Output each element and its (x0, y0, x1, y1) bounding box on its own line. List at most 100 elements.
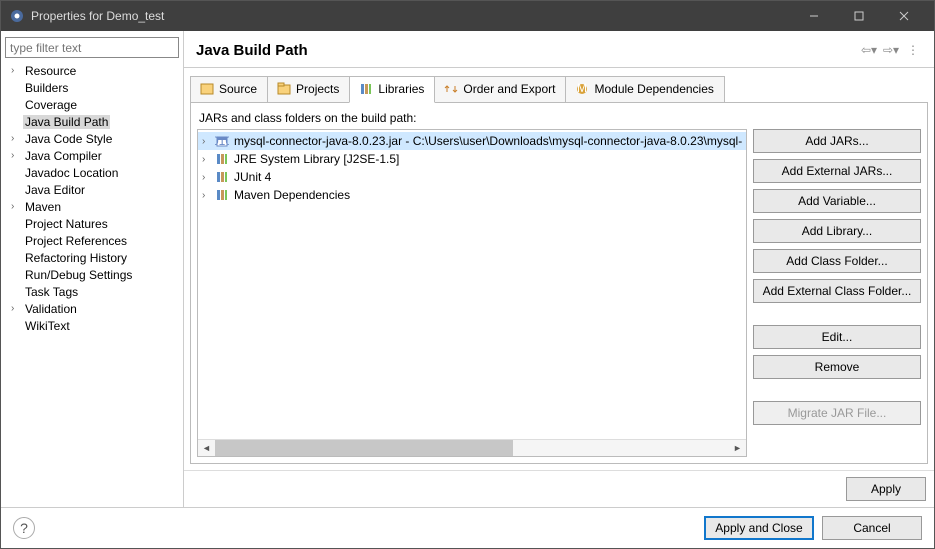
sidebar-item-project-natures[interactable]: Project Natures (5, 215, 179, 232)
scroll-left-icon[interactable]: ◄ (198, 440, 215, 457)
library-entry-label: JUnit 4 (234, 170, 271, 184)
menu-icon[interactable]: ⋮ (904, 41, 922, 59)
sidebar-item-label: Coverage (23, 98, 79, 112)
projects-icon (276, 81, 292, 97)
chevron-right-icon: › (11, 201, 23, 212)
titlebar: Properties for Demo_test (1, 1, 934, 31)
edit-button[interactable]: Edit... (753, 325, 921, 349)
sidebar-item-label: Project Natures (23, 217, 110, 231)
cancel-button[interactable]: Cancel (822, 516, 922, 540)
sidebar-item-refactoring-history[interactable]: Refactoring History (5, 249, 179, 266)
help-icon[interactable]: ? (13, 517, 35, 539)
library-entry-label: JRE System Library [J2SE-1.5] (234, 152, 399, 166)
page-title: Java Build Path (196, 42, 856, 59)
maximize-button[interactable] (836, 1, 881, 31)
side-buttons: Add JARs... Add External JARs... Add Var… (753, 129, 921, 457)
tab-source[interactable]: Source (190, 76, 268, 102)
tab-label: Order and Export (463, 82, 555, 96)
window-title: Properties for Demo_test (31, 9, 791, 23)
app-icon (9, 8, 25, 24)
footer: ? Apply and Close Cancel (1, 507, 934, 548)
sidebar-item-maven[interactable]: ›Maven (5, 198, 179, 215)
tab-module-dependencies[interactable]: M Module Dependencies (565, 76, 724, 102)
tab-projects[interactable]: Projects (267, 76, 350, 102)
add-class-folder-button[interactable]: Add Class Folder... (753, 249, 921, 273)
chevron-right-icon: › (11, 133, 23, 144)
nav-tree: ›ResourceBuildersCoverageJava Build Path… (5, 62, 179, 503)
sidebar-item-javadoc-location[interactable]: Javadoc Location (5, 164, 179, 181)
chevron-right-icon: › (11, 65, 23, 76)
sidebar-item-builders[interactable]: Builders (5, 79, 179, 96)
libraries-icon (358, 81, 374, 97)
sidebar-item-label: Builders (23, 81, 70, 95)
library-entry[interactable]: ›JRE System Library [J2SE-1.5] (198, 150, 746, 168)
library-entry-label: mysql-connector-java-8.0.23.jar - C:\Use… (234, 134, 742, 148)
sidebar-item-label: Java Compiler (23, 149, 104, 163)
close-button[interactable] (881, 1, 926, 31)
add-external-class-folder-button[interactable]: Add External Class Folder... (753, 279, 921, 303)
sidebar-item-task-tags[interactable]: Task Tags (5, 283, 179, 300)
add-variable-button[interactable]: Add Variable... (753, 189, 921, 213)
sidebar-item-label: Validation (23, 302, 79, 316)
source-icon (199, 81, 215, 97)
sidebar-item-label: Java Code Style (23, 132, 114, 146)
sidebar-item-label: WikiText (23, 319, 72, 333)
apply-and-close-button[interactable]: Apply and Close (704, 516, 814, 540)
library-entry[interactable]: ›010 mysql-connector-java-8.0.23.jar - C:… (198, 132, 746, 150)
sidebar-item-java-compiler[interactable]: ›Java Compiler (5, 147, 179, 164)
library-list: ›010mysql-connector-java-8.0.23.jar - C:… (197, 129, 747, 457)
remove-button[interactable]: Remove (753, 355, 921, 379)
chevron-right-icon: › (202, 190, 214, 201)
chevron-right-icon: › (11, 303, 23, 314)
sidebar-item-label: Javadoc Location (23, 166, 120, 180)
sidebar-item-label: Maven (23, 200, 63, 214)
sidebar-item-project-references[interactable]: Project References (5, 232, 179, 249)
tab-bar: Source Projects Libraries Order and Export M… (184, 68, 934, 102)
description-label: JARs and class folders on the build path… (197, 109, 921, 129)
sidebar-item-coverage[interactable]: Coverage (5, 96, 179, 113)
sidebar-item-run-debug-settings[interactable]: Run/Debug Settings (5, 266, 179, 283)
tab-libraries[interactable]: Libraries (349, 76, 435, 103)
add-jars-button[interactable]: Add JARs... (753, 129, 921, 153)
chevron-right-icon: › (202, 136, 214, 147)
svg-text:M: M (577, 82, 587, 95)
library-icon (214, 151, 230, 167)
sidebar: ›ResourceBuildersCoverageJava Build Path… (1, 31, 184, 507)
add-external-jars-button[interactable]: Add External JARs... (753, 159, 921, 183)
tab-order-and-export[interactable]: Order and Export (434, 76, 566, 102)
sidebar-item-validation[interactable]: ›Validation (5, 300, 179, 317)
tab-label: Projects (296, 82, 339, 96)
chevron-right-icon: › (202, 172, 214, 183)
library-entry[interactable]: ›Maven Dependencies (198, 186, 746, 204)
forward-icon[interactable]: ⇨▾ (882, 41, 900, 59)
sidebar-item-java-code-style[interactable]: ›Java Code Style (5, 130, 179, 147)
sidebar-item-label: Resource (23, 64, 78, 78)
add-library-button[interactable]: Add Library... (753, 219, 921, 243)
apply-button[interactable]: Apply (846, 477, 926, 501)
sidebar-item-label: Run/Debug Settings (23, 268, 134, 282)
tab-label: Source (219, 82, 257, 96)
module-dependencies-icon: M (574, 81, 590, 97)
migrate-jar-button: Migrate JAR File... (753, 401, 921, 425)
filter-input[interactable] (5, 37, 179, 58)
sidebar-item-java-build-path[interactable]: Java Build Path (5, 113, 179, 130)
library-entry[interactable]: › JUnit 4 (198, 168, 746, 186)
sidebar-item-resource[interactable]: ›Resource (5, 62, 179, 79)
sidebar-item-label: Java Editor (23, 183, 87, 197)
sidebar-item-wikitext[interactable]: WikiText (5, 317, 179, 334)
scroll-right-icon[interactable]: ► (729, 440, 746, 457)
svg-text:010: 010 (215, 134, 229, 148)
tab-label: Module Dependencies (594, 82, 713, 96)
jar-icon: 010 (214, 133, 230, 149)
sidebar-item-label: Refactoring History (23, 251, 129, 265)
chevron-right-icon: › (11, 150, 23, 161)
library-icon (214, 169, 230, 185)
sidebar-item-java-editor[interactable]: Java Editor (5, 181, 179, 198)
order-and-export-icon (443, 81, 459, 97)
back-icon[interactable]: ⇦▾ (860, 41, 878, 59)
sidebar-item-label: Java Build Path (23, 115, 110, 129)
library-icon (214, 187, 230, 203)
minimize-button[interactable] (791, 1, 836, 31)
horizontal-scrollbar[interactable]: ◄ ► (198, 439, 746, 456)
sidebar-item-label: Task Tags (23, 285, 80, 299)
